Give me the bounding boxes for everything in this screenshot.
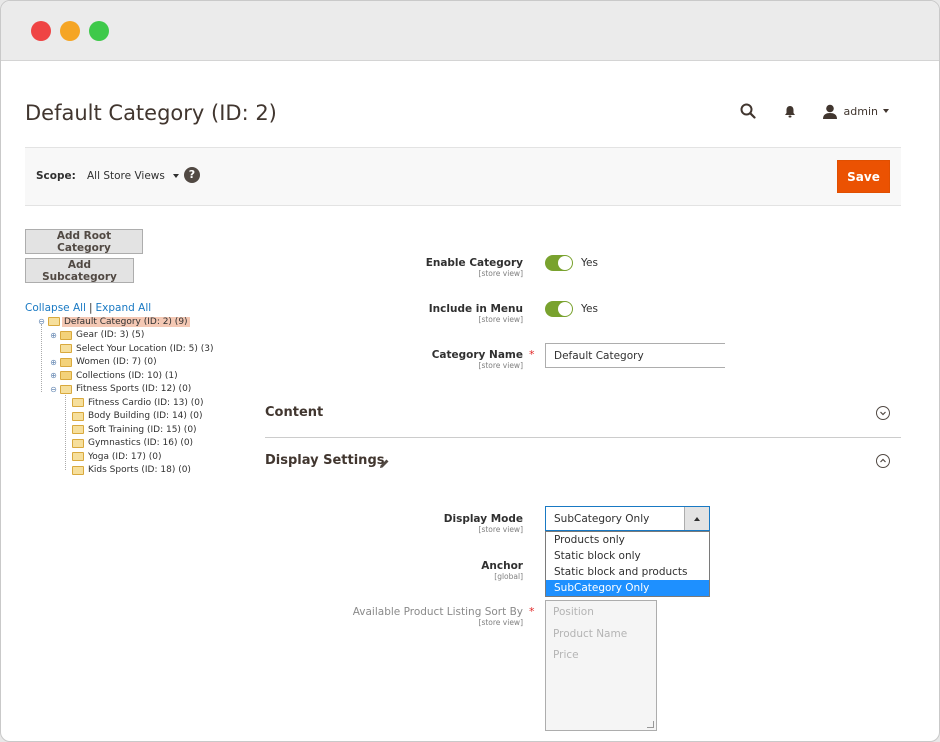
tree-node[interactable]: ⊕ Women (ID: 7) (0) bbox=[49, 356, 159, 369]
enable-category-label: Enable Category [store view] bbox=[425, 257, 523, 278]
scope-label: Scope: bbox=[36, 170, 76, 182]
minimize-window-button[interactable] bbox=[60, 21, 80, 41]
content-section-title[interactable]: Content bbox=[265, 405, 323, 420]
collapse-all-link[interactable]: Collapse All bbox=[25, 302, 86, 314]
display-mode-select[interactable]: SubCategory Only bbox=[545, 506, 710, 531]
scope-bar: Scope: All Store Views ? Save bbox=[25, 147, 901, 206]
window-titlebar bbox=[1, 1, 939, 61]
scope-switcher[interactable]: All Store Views bbox=[87, 170, 179, 182]
required-marker: * bbox=[529, 348, 535, 361]
folder-icon bbox=[72, 438, 84, 448]
scope-value: All Store Views bbox=[87, 170, 165, 182]
sort-by-multiselect[interactable]: Position Product Name Price bbox=[545, 600, 657, 731]
anchor-label: Anchor [global] bbox=[481, 560, 523, 581]
header-actions: admin bbox=[738, 101, 889, 121]
expand-toggle-icon[interactable]: ⊕ bbox=[49, 371, 58, 380]
enable-category-toggle[interactable] bbox=[545, 255, 573, 271]
dropdown-option[interactable]: Static block and products bbox=[546, 564, 709, 580]
folder-icon bbox=[72, 452, 84, 461]
folder-icon bbox=[60, 384, 72, 394]
display-mode-label: Display Mode [store view] bbox=[443, 513, 523, 534]
tree-node[interactable]: Yoga (ID: 17) (0) bbox=[72, 450, 163, 463]
add-root-category-button[interactable]: Add Root Category bbox=[25, 229, 143, 254]
tree-node[interactable]: ⊖ Fitness Sports (ID: 12) (0) bbox=[49, 383, 193, 396]
multiselect-option: Product Name bbox=[553, 627, 628, 640]
folder-icon bbox=[72, 425, 84, 434]
collapse-toggle-icon[interactable]: ⊖ bbox=[49, 385, 58, 394]
folder-icon bbox=[72, 411, 84, 421]
category-name-input[interactable] bbox=[545, 343, 725, 368]
maximize-window-button[interactable] bbox=[89, 21, 109, 41]
folder-icon bbox=[60, 371, 72, 380]
tree-node[interactable]: Select Your Location (ID: 5) (3) bbox=[60, 342, 215, 355]
tree-node[interactable]: Soft Training (ID: 15) (0) bbox=[72, 423, 199, 436]
collapse-toggle-icon[interactable]: ⊖ bbox=[37, 317, 46, 326]
folder-icon bbox=[72, 398, 84, 407]
sort-by-label: Available Product Listing Sort By [store… bbox=[352, 606, 523, 627]
bell-icon[interactable] bbox=[780, 101, 800, 121]
multiselect-option: Position bbox=[553, 606, 594, 618]
expand-toggle-icon[interactable]: ⊕ bbox=[49, 331, 58, 340]
search-icon[interactable] bbox=[738, 101, 758, 121]
tree-node[interactable]: Fitness Cardio (ID: 13) (0) bbox=[72, 396, 206, 409]
include-in-menu-label: Include in Menu [store view] bbox=[428, 303, 523, 324]
tree-node[interactable]: Body Building (ID: 14) (0) bbox=[72, 410, 205, 423]
folder-icon bbox=[48, 317, 60, 326]
include-in-menu-value: Yes bbox=[581, 303, 598, 315]
chevron-up-icon bbox=[694, 516, 700, 521]
include-in-menu-toggle[interactable] bbox=[545, 301, 573, 317]
display-mode-dropdown: Products only Static block only Static b… bbox=[545, 531, 710, 597]
user-icon bbox=[822, 104, 837, 119]
browser-window: Default Category (ID: 2) admin Scope: Al… bbox=[0, 0, 940, 742]
section-divider bbox=[265, 437, 901, 438]
resize-handle[interactable] bbox=[647, 721, 654, 728]
chevron-down-icon bbox=[883, 109, 889, 113]
required-marker: * bbox=[529, 605, 535, 618]
tree-node[interactable]: Kids Sports (ID: 18) (0) bbox=[72, 464, 193, 477]
chevron-down-icon bbox=[172, 174, 179, 178]
close-window-button[interactable] bbox=[31, 21, 51, 41]
tree-node[interactable]: Gymnastics (ID: 16) (0) bbox=[72, 437, 195, 450]
help-icon[interactable]: ? bbox=[184, 167, 200, 183]
multiselect-option: Price bbox=[553, 649, 579, 661]
chevron-down-circle-icon[interactable] bbox=[876, 406, 890, 420]
user-menu[interactable]: admin bbox=[822, 104, 889, 119]
expand-toggle-icon[interactable]: ⊕ bbox=[49, 358, 58, 367]
dropdown-toggle[interactable] bbox=[684, 507, 709, 530]
page-title: Default Category (ID: 2) bbox=[25, 101, 277, 125]
add-subcategory-button[interactable]: Add Subcategory bbox=[25, 258, 134, 283]
folder-icon bbox=[60, 357, 72, 367]
dropdown-option[interactable]: Static block only bbox=[546, 548, 709, 564]
tree-link-separator: | bbox=[88, 302, 93, 314]
folder-icon bbox=[60, 330, 72, 340]
dropdown-option[interactable]: Products only bbox=[546, 532, 709, 548]
folder-icon bbox=[72, 465, 84, 475]
folder-icon bbox=[60, 344, 72, 353]
chevron-up-circle-icon[interactable] bbox=[876, 454, 890, 468]
display-settings-section-title[interactable]: Display Settings bbox=[265, 453, 384, 468]
category-name-label: Category Name [store view] bbox=[431, 349, 523, 370]
save-button[interactable]: Save bbox=[837, 160, 890, 193]
tree-controls: Collapse All | Expand All bbox=[25, 302, 151, 314]
tree-node[interactable]: ⊕ Gear (ID: 3) (5) bbox=[49, 329, 146, 342]
tree-node[interactable]: ⊕ Collections (ID: 10) (1) bbox=[49, 369, 180, 382]
display-mode-value: SubCategory Only bbox=[554, 512, 650, 525]
tree-node[interactable]: ⊖ Default Category (ID: 2) (9) bbox=[37, 315, 190, 328]
expand-all-link[interactable]: Expand All bbox=[96, 302, 152, 314]
user-name: admin bbox=[843, 104, 878, 118]
enable-category-value: Yes bbox=[581, 257, 598, 269]
dropdown-option-selected[interactable]: SubCategory Only bbox=[546, 580, 709, 596]
pencil-icon[interactable] bbox=[379, 454, 390, 473]
